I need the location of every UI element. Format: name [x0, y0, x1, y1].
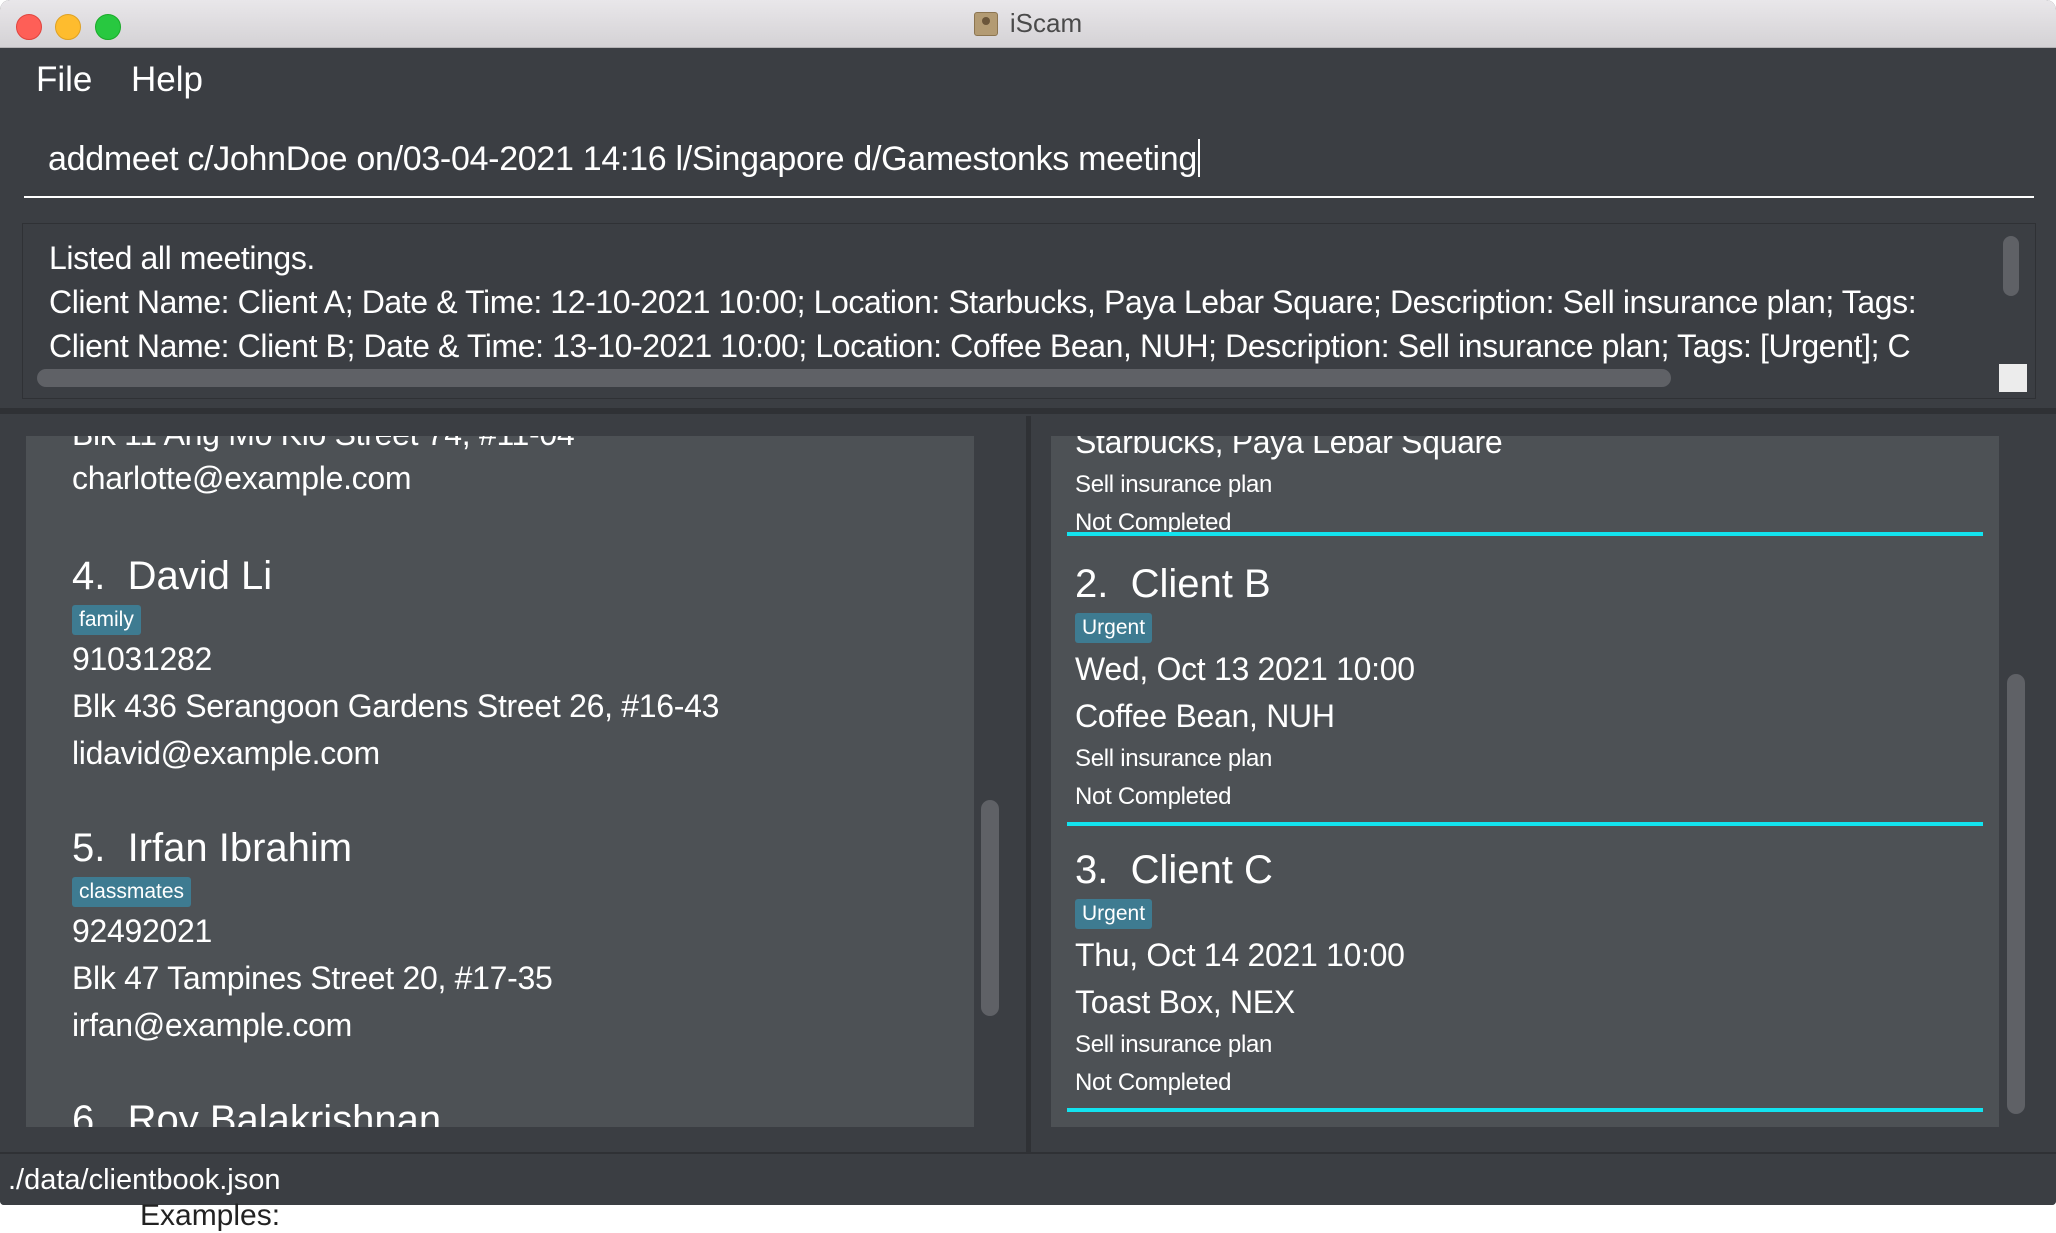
meeting-index: 3. [1075, 848, 1109, 892]
meeting-status: Not Completed [1075, 1069, 1232, 1096]
text-caret [1197, 139, 1200, 177]
result-vertical-scrollbar[interactable] [2003, 236, 2019, 296]
app-icon [973, 11, 998, 36]
divider [0, 408, 2056, 414]
meeting-divider [1067, 532, 1983, 536]
meeting-list[interactable]: Starbucks, Paya Lebar Square Sell insura… [1051, 436, 1999, 1127]
meeting-card[interactable]: 2. Client B Urgent Wed, Oct 13 2021 10:0… [1067, 562, 1983, 852]
client-title: 6. Roy Balakrishnan [72, 1098, 441, 1127]
menu-bar: File Help [0, 48, 2056, 116]
save-location: ./data/clientbook.json [8, 1164, 281, 1196]
result-display[interactable]: Listed all meetings. Client Name: Client… [22, 223, 2036, 399]
client-tag: classmates [72, 877, 192, 907]
background-text: Examples: [140, 1199, 281, 1232]
scroll-corner [1999, 364, 2027, 392]
app-window: iScam File Help addmeet c/JohnDoe on/03-… [0, 0, 2056, 1205]
client-card[interactable]: 5. Irfan Ibrahim classmates 92492021 Blk… [72, 826, 553, 1044]
command-input[interactable]: addmeet c/JohnDoe on/03-04-2021 14:16 l/… [48, 139, 1200, 179]
client-phone: 91031282 [72, 641, 212, 677]
client-index: 5. [72, 826, 106, 870]
meeting-divider [1067, 822, 1983, 826]
client-card[interactable]: 4. David Li family 91031282 Blk 436 Sera… [72, 554, 719, 772]
client-card-partial[interactable]: Blk 11 Ang Mo Kio Street 74, #11-04 char… [72, 436, 575, 497]
meeting-description: Sell insurance plan [1075, 471, 1273, 498]
meeting-client: Client C [1130, 848, 1273, 892]
window-title: iScam [1009, 8, 1083, 38]
client-address: Blk 47 Tampines Street 20, #17-35 [72, 960, 553, 996]
result-line: Listed all meetings. [49, 240, 315, 276]
meeting-list-scrollbar[interactable] [2007, 674, 2025, 1114]
client-list-scrollbar[interactable] [981, 800, 999, 1016]
client-title: 4. David Li [72, 554, 719, 599]
client-email: charlotte@example.com [72, 460, 412, 496]
result-line: Client Name: Client A; Date & Time: 12-1… [49, 284, 1917, 320]
client-name: David Li [127, 554, 273, 598]
client-name: Irfan Ibrahim [127, 826, 353, 870]
window-title-wrap: iScam [0, 0, 2056, 47]
client-email: irfan@example.com [72, 1007, 352, 1043]
command-input-value: addmeet c/JohnDoe on/03-04-2021 14:16 l/… [48, 140, 1197, 178]
client-card-partial[interactable]: 6. Roy Balakrishnan [72, 1098, 441, 1127]
client-email: lidavid@example.com [72, 735, 380, 771]
meeting-description: Sell insurance plan [1075, 1031, 1273, 1058]
title-bar[interactable]: iScam [0, 0, 2056, 48]
client-address: Blk 11 Ang Mo Kio Street 74, #11-04 [72, 436, 575, 456]
result-text: Listed all meetings. Client Name: Client… [49, 236, 1917, 368]
menu-file[interactable]: File [36, 60, 92, 100]
meeting-datetime: Wed, Oct 13 2021 10:00 [1075, 651, 1415, 687]
meeting-client: Client B [1130, 562, 1271, 606]
client-list[interactable]: Blk 11 Ang Mo Kio Street 74, #11-04 char… [26, 436, 974, 1127]
meeting-list-panel: Starbucks, Paya Lebar Square Sell insura… [1031, 416, 2056, 1152]
result-line: Client Name: Client B; Date & Time: 13-1… [49, 328, 1911, 364]
command-box[interactable]: addmeet c/JohnDoe on/03-04-2021 14:16 l/… [24, 126, 2034, 198]
status-bar: ./data/clientbook.json [0, 1152, 2056, 1205]
client-list-panel: Blk 11 Ang Mo Kio Street 74, #11-04 char… [0, 416, 1026, 1152]
meeting-description: Sell insurance plan [1075, 745, 1273, 772]
client-title: 5. Irfan Ibrahim [72, 826, 552, 871]
meeting-status: Not Completed [1075, 783, 1232, 810]
meeting-location: Starbucks, Paya Lebar Square [1075, 436, 1503, 460]
meeting-card[interactable]: 3. Client C Urgent Thu, Oct 14 2021 10:0… [1067, 848, 1983, 1127]
client-address: Blk 436 Serangoon Gardens Street 26, #16… [72, 688, 720, 724]
meeting-tag: Urgent [1075, 613, 1153, 643]
meeting-divider [1067, 1108, 1983, 1112]
meeting-card-partial[interactable]: Starbucks, Paya Lebar Square Sell insura… [1067, 436, 1983, 544]
meeting-location: Toast Box, NEX [1075, 984, 1295, 1020]
meeting-title: 3. Client C [1075, 848, 1983, 893]
meeting-tag: Urgent [1075, 899, 1153, 929]
client-phone: 92492021 [72, 913, 212, 949]
client-index: 6. [72, 1098, 106, 1127]
client-tag: family [72, 605, 141, 635]
client-index: 4. [72, 554, 106, 598]
menu-help[interactable]: Help [131, 60, 203, 100]
client-name: Roy Balakrishnan [127, 1098, 442, 1127]
meeting-index: 2. [1075, 562, 1109, 606]
result-horizontal-scrollbar[interactable] [37, 369, 1671, 387]
meeting-title: 2. Client B [1075, 562, 1983, 607]
meeting-datetime: Thu, Oct 14 2021 10:00 [1075, 937, 1405, 973]
meeting-location: Coffee Bean, NUH [1075, 698, 1335, 734]
